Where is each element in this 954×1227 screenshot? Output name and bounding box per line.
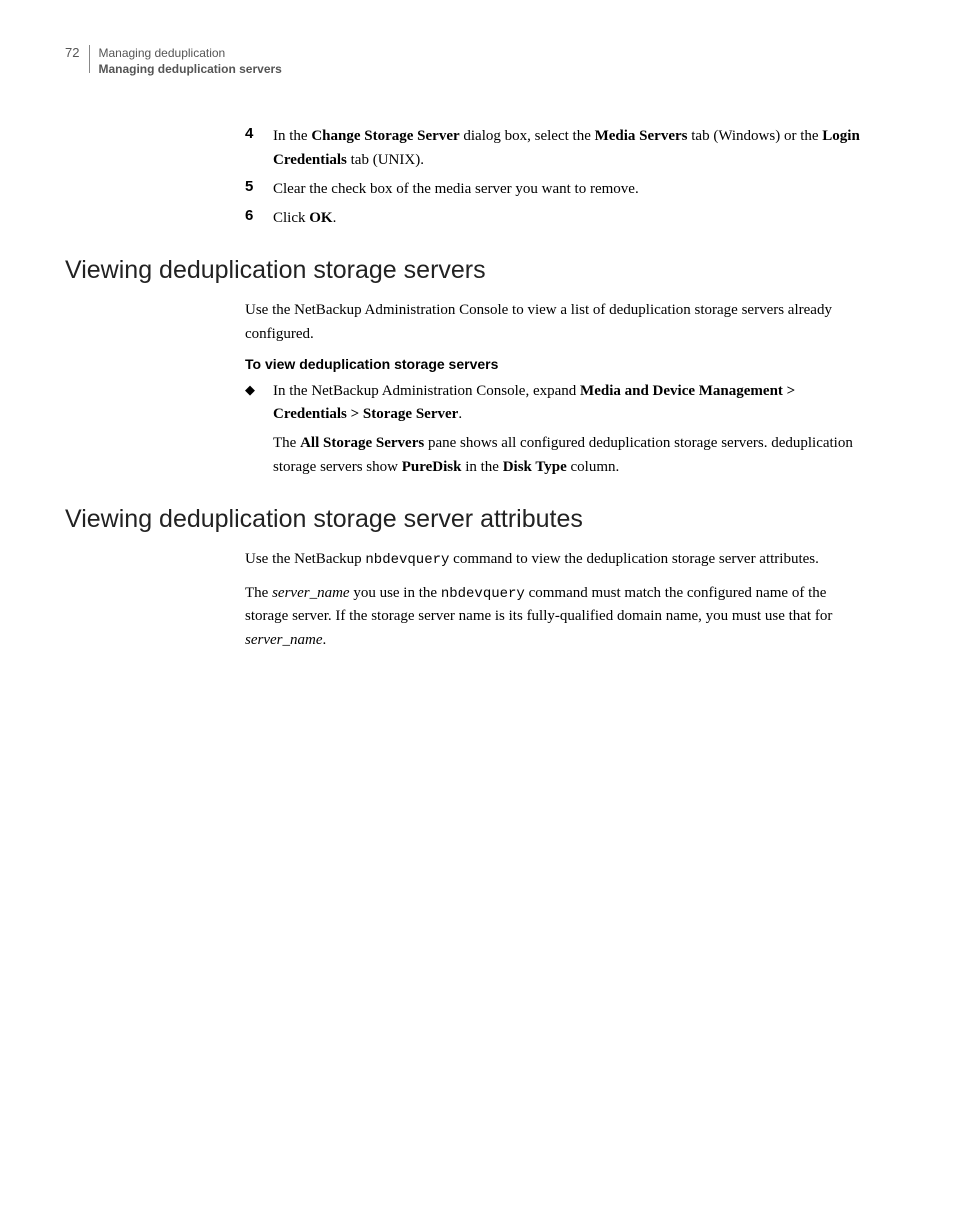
- step-body: Click OK.: [273, 207, 870, 230]
- step-4: 4 In the Change Storage Server dialog bo…: [245, 125, 870, 172]
- paragraph: Use the NetBackup nbdevquery command to …: [245, 548, 870, 572]
- step-number: 6: [245, 207, 273, 230]
- italic-text: server_name: [245, 632, 322, 648]
- section-heading-1: Viewing deduplication storage servers: [65, 256, 870, 285]
- header-divider: [89, 45, 90, 73]
- header-section: Managing deduplication servers: [98, 61, 281, 77]
- bullet-follow-paragraph: The All Storage Servers pane shows all c…: [273, 432, 870, 479]
- step-number: 5: [245, 178, 273, 201]
- step-5: 5 Clear the check box of the media serve…: [245, 178, 870, 201]
- step-6: 6 Click OK.: [245, 207, 870, 230]
- document-page: 72 Managing deduplication Managing dedup…: [0, 0, 954, 722]
- section-2-content: Use the NetBackup nbdevquery command to …: [245, 548, 870, 652]
- paragraph: The server_name you use in the nbdevquer…: [245, 582, 870, 652]
- step-number: 4: [245, 125, 273, 172]
- section-heading-2: Viewing deduplication storage server att…: [65, 505, 870, 534]
- bullet-diamond-icon: ◆: [245, 380, 273, 427]
- code-text: nbdevquery: [441, 586, 525, 602]
- section-1-content: Use the NetBackup Administration Console…: [245, 299, 870, 479]
- bullet-item: ◆ In the NetBackup Administration Consol…: [245, 380, 870, 427]
- step-body: In the Change Storage Server dialog box,…: [273, 125, 870, 172]
- paragraph: Use the NetBackup Administration Console…: [245, 299, 870, 346]
- step-list: 4 In the Change Storage Server dialog bo…: [245, 125, 870, 230]
- bullet-body: In the NetBackup Administration Console,…: [273, 380, 870, 427]
- code-text: nbdevquery: [365, 552, 449, 568]
- procedure-heading: To view deduplication storage servers: [245, 356, 870, 372]
- step-body: Clear the check box of the media server …: [273, 178, 870, 201]
- italic-text: server_name: [272, 585, 349, 601]
- page-number: 72: [65, 45, 79, 60]
- header-chapter: Managing deduplication: [98, 45, 281, 61]
- header-text: Managing deduplication Managing deduplic…: [98, 45, 281, 77]
- page-header: 72 Managing deduplication Managing dedup…: [65, 45, 870, 77]
